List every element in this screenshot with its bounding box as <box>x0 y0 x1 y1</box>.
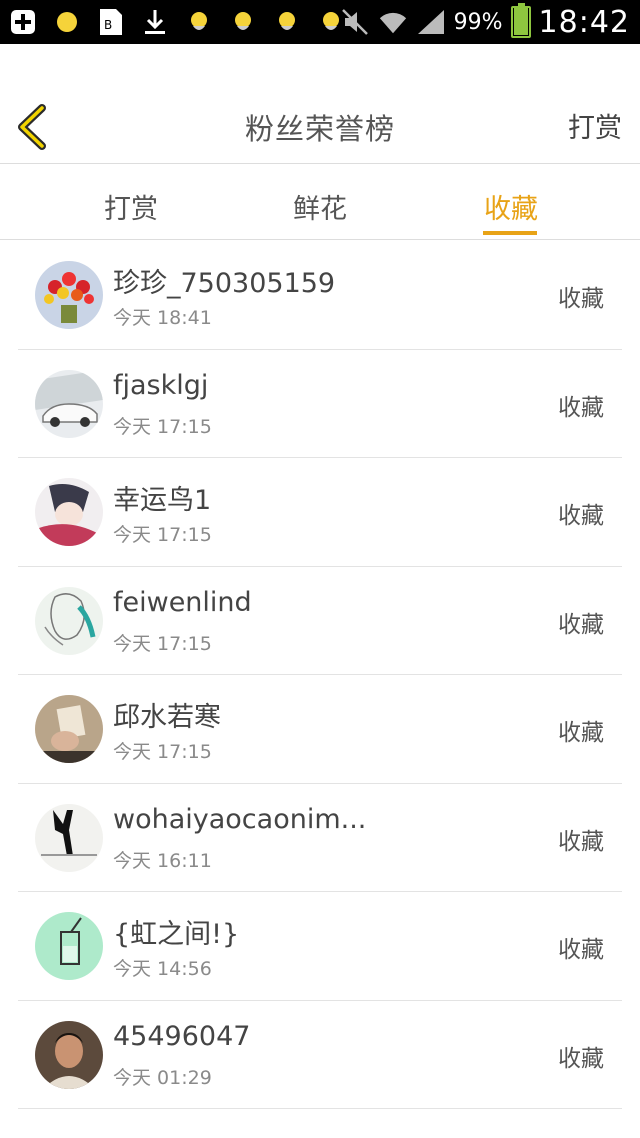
battery-icon <box>510 3 531 38</box>
status-bar: B 99% 18:42 <box>0 0 640 44</box>
action-label: 收藏 <box>558 394 604 421</box>
timestamp: 今天 18:41 <box>113 307 212 329</box>
timestamp: 今天 16:11 <box>113 849 212 872</box>
list-item[interactable]: fjasklgj 今天 17:15 收藏 <box>18 350 622 458</box>
action-label: 收藏 <box>558 503 604 529</box>
clock: 18:42 <box>538 4 630 40</box>
wifi-icon <box>378 7 408 37</box>
avatar <box>35 695 103 763</box>
battery-percent: 99% <box>453 9 503 35</box>
timestamp: 今天 17:15 <box>113 632 212 655</box>
avatar <box>35 478 103 546</box>
user-name: 珍珍_750305159 <box>113 268 336 299</box>
user-name: 邱水若寒 <box>113 702 221 733</box>
list-item[interactable]: 珍珍_750305159 今天 18:41 收藏 <box>18 241 622 350</box>
weather-icon-1 <box>184 7 214 37</box>
list-item[interactable]: wohaiyaocaonim... 今天 16:11 收藏 <box>18 784 622 892</box>
fan-list: 珍珍_750305159 今天 18:41 收藏 fjasklgj 今天 17:… <box>0 241 640 1109</box>
user-name: wohaiyaocaonim... <box>113 803 367 835</box>
action-label: 收藏 <box>558 611 604 638</box>
user-name: fjasklgj <box>113 369 209 401</box>
action-label: 收藏 <box>558 720 604 746</box>
user-name: {虹之间!} <box>113 919 240 950</box>
svg-text:B: B <box>104 18 112 32</box>
timestamp: 今天 01:29 <box>113 1066 212 1089</box>
list-item[interactable]: 幸运鸟1 今天 17:15 收藏 <box>18 458 622 567</box>
tab-flowers[interactable]: 鲜花 <box>293 187 347 226</box>
add-icon <box>8 7 38 37</box>
weather-icon-2 <box>228 7 258 37</box>
list-item[interactable]: {虹之间!} 今天 14:56 收藏 <box>18 892 622 1001</box>
user-name: feiwenlind <box>113 586 252 618</box>
user-name: 幸运鸟1 <box>113 485 212 516</box>
weather-icon-3 <box>272 7 302 37</box>
action-label: 收藏 <box>558 1045 604 1072</box>
reward-button[interactable]: 打赏 <box>568 106 622 145</box>
avatar <box>35 586 103 655</box>
action-label: 收藏 <box>558 828 604 855</box>
tab-bar: 打赏 鲜花 收藏 <box>0 165 640 240</box>
header: 粉丝荣誉榜 打赏 <box>0 44 640 164</box>
tab-favorites[interactable]: 收藏 <box>484 187 538 226</box>
tab-reward[interactable]: 打赏 <box>104 187 158 226</box>
timestamp: 今天 17:15 <box>113 524 212 546</box>
active-tab-indicator <box>483 231 537 235</box>
avatar <box>35 1020 103 1089</box>
yellow-circle-icon <box>52 7 82 37</box>
list-item[interactable]: 邱水若寒 今天 17:15 收藏 <box>18 675 622 784</box>
avatar <box>35 369 103 438</box>
list-item[interactable]: 45496047 今天 01:29 收藏 <box>18 1001 622 1109</box>
page-title: 粉丝荣誉榜 <box>244 112 395 146</box>
timestamp: 今天 14:56 <box>113 958 212 980</box>
document-icon: B <box>96 7 126 37</box>
timestamp: 今天 17:15 <box>113 415 212 438</box>
list-item[interactable]: feiwenlind 今天 17:15 收藏 <box>18 567 622 675</box>
download-icon <box>140 7 170 37</box>
mute-icon <box>340 7 370 37</box>
signal-icon <box>416 7 446 37</box>
avatar <box>35 261 103 329</box>
timestamp: 今天 17:15 <box>113 741 212 763</box>
action-label: 收藏 <box>558 286 604 312</box>
status-bar-notifications: B <box>8 0 346 44</box>
action-label: 收藏 <box>558 937 604 963</box>
avatar <box>35 912 103 980</box>
avatar <box>35 803 103 872</box>
user-name: 45496047 <box>113 1020 251 1052</box>
status-bar-system: 99% 18:42 <box>340 0 630 44</box>
